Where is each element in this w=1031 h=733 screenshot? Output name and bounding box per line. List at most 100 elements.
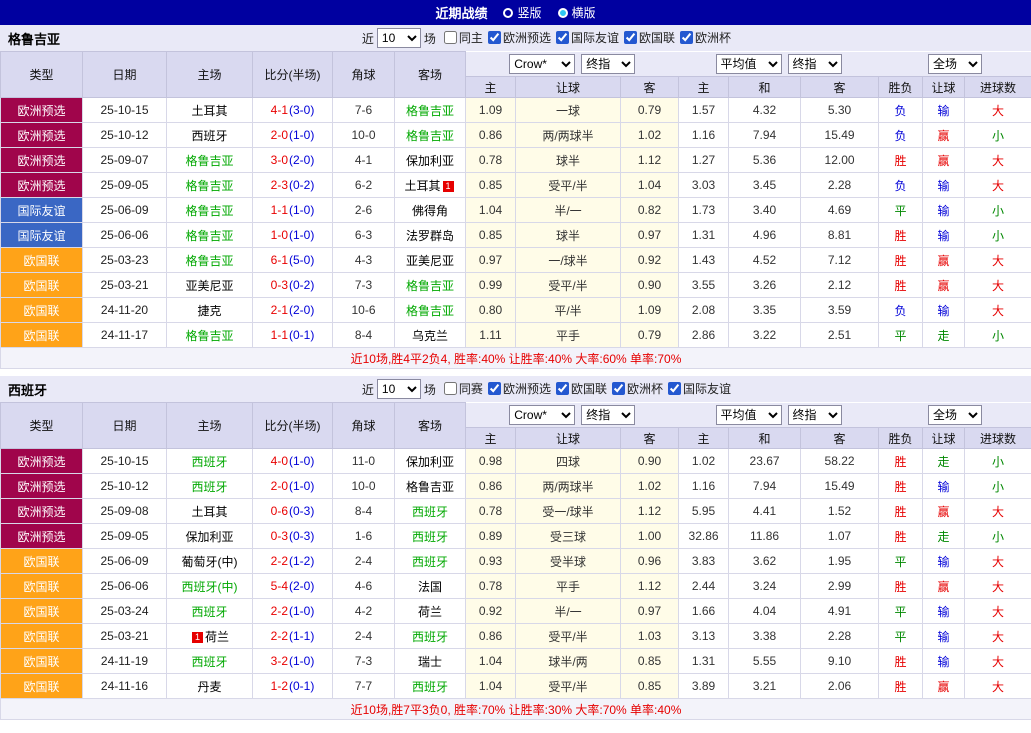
- handicap-odds-type-select[interactable]: 终指: [581, 405, 635, 425]
- home-team[interactable]: 格鲁吉亚: [167, 148, 253, 173]
- score[interactable]: 1-0(1-0): [253, 223, 333, 248]
- away-team[interactable]: 荷兰: [395, 599, 466, 624]
- away-team[interactable]: 格鲁吉亚: [395, 298, 466, 323]
- away-team[interactable]: 西班牙: [395, 524, 466, 549]
- filter-checkbox[interactable]: [668, 382, 681, 395]
- handicap-odds-type-select[interactable]: 终指: [581, 54, 635, 74]
- home-team[interactable]: 保加利亚: [167, 524, 253, 549]
- avg-draw-odds: 3.38: [729, 624, 801, 649]
- away-team[interactable]: 保加利亚: [395, 148, 466, 173]
- home-team[interactable]: 西班牙: [167, 449, 253, 474]
- score[interactable]: 3-0(2-0): [253, 148, 333, 173]
- score[interactable]: 2-0(1-0): [253, 474, 333, 499]
- away-team[interactable]: 保加利亚: [395, 449, 466, 474]
- home-team[interactable]: 格鲁吉亚: [167, 248, 253, 273]
- home-team[interactable]: 西班牙(中): [167, 574, 253, 599]
- filter-checkbox[interactable]: [556, 382, 569, 395]
- away-team[interactable]: 西班牙: [395, 499, 466, 524]
- filter-option[interactable]: 同赛: [444, 380, 483, 397]
- score[interactable]: 2-1(2-0): [253, 298, 333, 323]
- home-team[interactable]: 捷克: [167, 298, 253, 323]
- europe-odds-type-select[interactable]: 终指: [788, 54, 842, 74]
- avg-odds-select[interactable]: 平均值: [716, 54, 782, 74]
- avg-draw-odds: 3.26: [729, 273, 801, 298]
- away-team[interactable]: 格鲁吉亚: [395, 98, 466, 123]
- europe-odds-type-select[interactable]: 终指: [788, 405, 842, 425]
- home-team[interactable]: 格鲁吉亚: [167, 323, 253, 348]
- score[interactable]: 2-2(1-0): [253, 599, 333, 624]
- away-team[interactable]: 土耳其1: [395, 173, 466, 198]
- home-team[interactable]: 土耳其: [167, 98, 253, 123]
- match-result: 胜: [879, 674, 923, 699]
- filter-option[interactable]: 国际友谊: [556, 29, 619, 46]
- score[interactable]: 0-3(0-3): [253, 524, 333, 549]
- score[interactable]: 2-2(1-1): [253, 624, 333, 649]
- filter-option[interactable]: 欧国联: [624, 29, 675, 46]
- home-team[interactable]: 西班牙: [167, 123, 253, 148]
- away-team[interactable]: 格鲁吉亚: [395, 273, 466, 298]
- away-team[interactable]: 西班牙: [395, 674, 466, 699]
- filter-option[interactable]: 欧国联: [556, 380, 607, 397]
- away-team[interactable]: 瑞士: [395, 649, 466, 674]
- avg-odds-select[interactable]: 平均值: [716, 405, 782, 425]
- odds-company-select[interactable]: Crow*: [509, 405, 575, 425]
- score[interactable]: 6-1(5-0): [253, 248, 333, 273]
- away-team[interactable]: 法罗群岛: [395, 223, 466, 248]
- score[interactable]: 3-2(1-0): [253, 649, 333, 674]
- filter-option[interactable]: 欧洲杯: [680, 29, 731, 46]
- home-team[interactable]: 西班牙: [167, 649, 253, 674]
- layout-option-horizontal[interactable]: 横版: [558, 4, 596, 21]
- home-team[interactable]: 格鲁吉亚: [167, 198, 253, 223]
- filter-checkbox[interactable]: [624, 31, 637, 44]
- home-team[interactable]: 丹麦: [167, 674, 253, 699]
- home-team[interactable]: 葡萄牙(中): [167, 549, 253, 574]
- score[interactable]: 0-6(0-3): [253, 499, 333, 524]
- handicap-home-odds: 0.85: [466, 223, 516, 248]
- filter-checkbox[interactable]: [488, 382, 501, 395]
- score[interactable]: 1-1(1-0): [253, 198, 333, 223]
- score[interactable]: 4-1(3-0): [253, 98, 333, 123]
- filter-checkbox[interactable]: [444, 31, 457, 44]
- score[interactable]: 1-2(0-1): [253, 674, 333, 699]
- filter-option[interactable]: 欧洲杯: [612, 380, 663, 397]
- score[interactable]: 0-3(0-2): [253, 273, 333, 298]
- home-team[interactable]: 1荷兰: [167, 624, 253, 649]
- score[interactable]: 2-3(0-2): [253, 173, 333, 198]
- scope-select[interactable]: 全场: [928, 405, 982, 425]
- home-team[interactable]: 格鲁吉亚: [167, 223, 253, 248]
- recent-count-select[interactable]: 10: [377, 28, 421, 48]
- away-team[interactable]: 西班牙: [395, 624, 466, 649]
- score[interactable]: 2-0(1-0): [253, 123, 333, 148]
- odds-company-select[interactable]: Crow*: [509, 54, 575, 74]
- score[interactable]: 1-1(0-1): [253, 323, 333, 348]
- away-team[interactable]: 格鲁吉亚: [395, 123, 466, 148]
- score[interactable]: 2-2(1-2): [253, 549, 333, 574]
- col-header-avg-away: 客: [801, 428, 879, 449]
- away-team[interactable]: 西班牙: [395, 549, 466, 574]
- away-team[interactable]: 乌克兰: [395, 323, 466, 348]
- filter-option[interactable]: 欧洲预选: [488, 29, 551, 46]
- filter-checkbox[interactable]: [612, 382, 625, 395]
- away-team[interactable]: 法国: [395, 574, 466, 599]
- filter-option[interactable]: 欧洲预选: [488, 380, 551, 397]
- match-result: 胜: [879, 223, 923, 248]
- score[interactable]: 4-0(1-0): [253, 449, 333, 474]
- home-team[interactable]: 土耳其: [167, 499, 253, 524]
- home-team[interactable]: 西班牙: [167, 599, 253, 624]
- away-team[interactable]: 佛得角: [395, 198, 466, 223]
- recent-count-select[interactable]: 10: [377, 379, 421, 399]
- away-team[interactable]: 亚美尼亚: [395, 248, 466, 273]
- filter-checkbox[interactable]: [556, 31, 569, 44]
- home-team[interactable]: 西班牙: [167, 474, 253, 499]
- filter-checkbox[interactable]: [488, 31, 501, 44]
- home-team[interactable]: 亚美尼亚: [167, 273, 253, 298]
- filter-option[interactable]: 国际友谊: [668, 380, 731, 397]
- scope-select[interactable]: 全场: [928, 54, 982, 74]
- away-team[interactable]: 格鲁吉亚: [395, 474, 466, 499]
- filter-checkbox[interactable]: [444, 382, 457, 395]
- filter-option[interactable]: 同主: [444, 29, 483, 46]
- home-team[interactable]: 格鲁吉亚: [167, 173, 253, 198]
- score[interactable]: 5-4(2-0): [253, 574, 333, 599]
- filter-checkbox[interactable]: [680, 31, 693, 44]
- layout-option-vertical[interactable]: 竖版: [503, 4, 541, 21]
